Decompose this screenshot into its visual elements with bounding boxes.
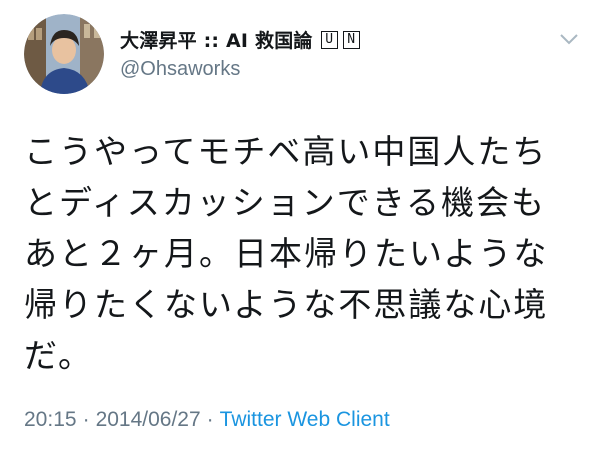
tweet-text-line: こうやってモチベ高い中国人たち <box>24 132 548 171</box>
chevron-down-icon[interactable] <box>558 28 580 50</box>
tweet-card: 大澤昇平 :: AI 救国論 U N @Ohsaworks こうやってモチベ高い… <box>0 0 600 449</box>
meta-separator: · <box>82 408 90 431</box>
tweet-text-line: 帰りたくないような不思議な心境 <box>24 285 549 324</box>
badge-u: U <box>320 30 338 49</box>
tweet-time[interactable]: 20:15 <box>24 408 77 432</box>
badge-n: N <box>342 30 360 49</box>
meta-separator: · <box>206 408 214 431</box>
tweet-meta: 20:15 · 2014/06/27 · Twitter Web Client <box>24 408 390 432</box>
username[interactable]: @Ohsaworks <box>120 58 240 81</box>
tweet-date[interactable]: 2014/06/27 <box>96 408 201 432</box>
display-name[interactable]: 大澤昇平 :: AI 救国論 <box>120 26 313 53</box>
client-link[interactable]: Twitter Web Client <box>220 408 390 432</box>
tweet-text-line: とディスカッションできる機会も <box>24 183 547 222</box>
avatar[interactable] <box>24 14 104 94</box>
tweet-text-line: あと２ヶ月。日本帰りたいような <box>24 234 549 273</box>
display-name-row: 大澤昇平 :: AI 救国論 U N <box>120 26 360 53</box>
tweet-text-line: だ。 <box>24 336 94 375</box>
tweet-text: こうやってモチベ高い中国人たち とディスカッションできる機会も あと２ヶ月。日本… <box>24 126 584 381</box>
